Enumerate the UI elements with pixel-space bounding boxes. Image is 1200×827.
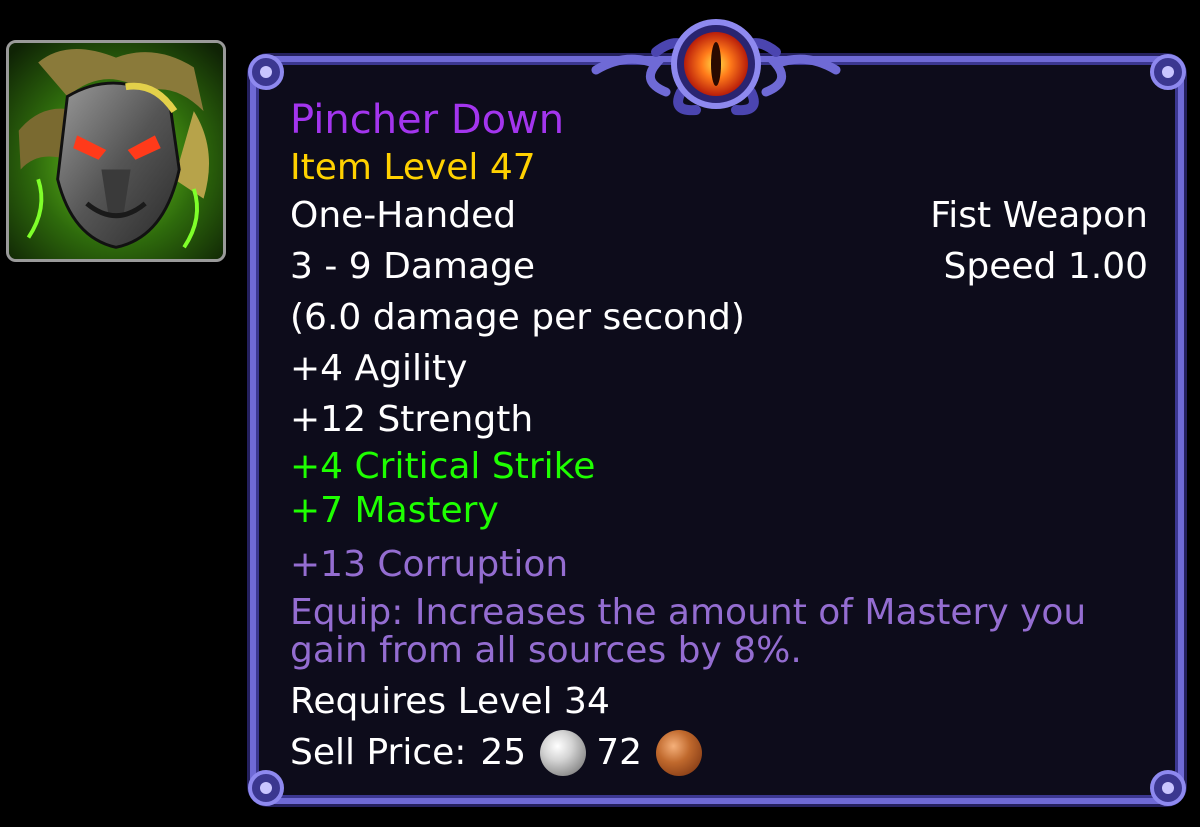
damage-row: 3 - 9 Damage Speed 1.00 (290, 241, 1148, 292)
item-level: Item Level 47 (290, 147, 536, 188)
frame-corner-icon (1146, 50, 1190, 94)
corruption-text: +13 Corruption (290, 544, 569, 585)
level-requirement: Requires Level 34 (290, 681, 610, 722)
tooltip-content: Pincher Down Item Level 47 One-Handed Fi… (290, 94, 1148, 778)
sell-price-label: Sell Price: (290, 732, 467, 773)
copper-coin-icon (656, 729, 703, 776)
frame-corner-icon (244, 766, 288, 810)
helm-portrait-icon[interactable] (6, 40, 226, 262)
stat-strength: +12 Strength (290, 399, 534, 440)
dps-text: (6.0 damage per second) (290, 297, 745, 338)
damage-range: 3 - 9 Damage (290, 246, 536, 287)
stat-mastery: +7 Mastery (290, 490, 499, 531)
frame-corner-icon (1146, 766, 1190, 810)
hand-type: One-Handed (290, 195, 517, 236)
item-tooltip: Pincher Down Item Level 47 One-Handed Fi… (248, 19, 1186, 806)
copper-amount: 72 (596, 732, 643, 773)
sell-price: Sell Price: 25 72 (290, 727, 1148, 778)
stat-agility: +4 Agility (290, 348, 468, 389)
stat-critical-strike: +4 Critical Strike (290, 446, 596, 487)
item-name: Pincher Down (290, 97, 565, 143)
silver-coin-icon (540, 729, 587, 776)
weapon-type-row: One-Handed Fist Weapon (290, 190, 1148, 241)
frame-corner-icon (244, 50, 288, 94)
equip-effect: Equip: Increases the amount of Mastery y… (290, 592, 1087, 671)
silver-amount: 25 (480, 732, 527, 773)
weapon-type: Fist Weapon (930, 195, 1148, 236)
attack-speed: Speed 1.00 (943, 246, 1148, 287)
